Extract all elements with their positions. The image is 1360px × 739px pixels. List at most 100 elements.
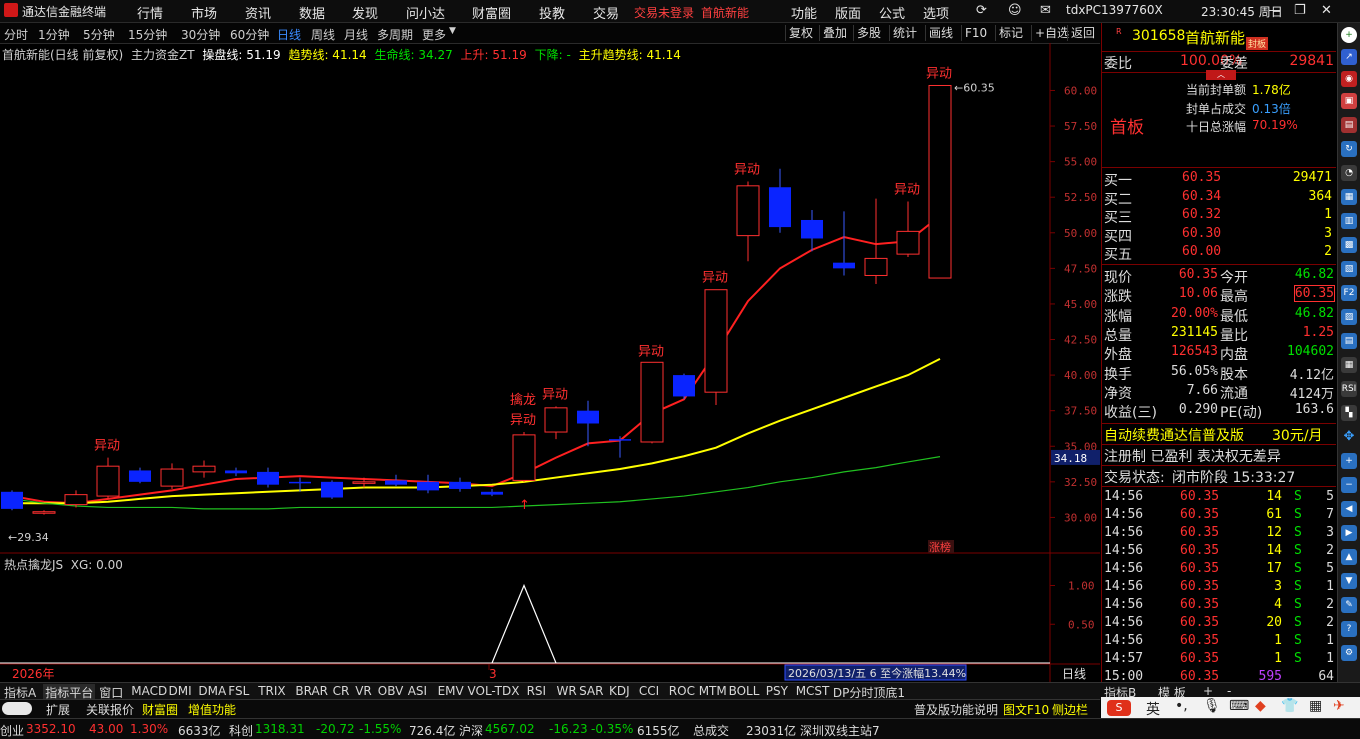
indicator-tab-16[interactable]: WR [557, 684, 577, 698]
indicator-tab-21[interactable]: MTM [699, 684, 727, 698]
tool-icon-14[interactable]: ▤ [1341, 333, 1357, 349]
field-value-1: 0.290 [1178, 402, 1218, 418]
server-name[interactable]: 深圳双线主站7 [800, 722, 880, 739]
reg-row: 注册制 已盈利 表决权无差异 [1102, 444, 1336, 465]
microphone-icon[interactable]: 🎙 [1203, 698, 1221, 714]
idx2-chg: -20.72 [316, 722, 355, 736]
close-icon[interactable]: ✕ [1321, 3, 1332, 18]
indicator-tab-5[interactable]: DMA [198, 684, 226, 698]
arrow-left-icon[interactable]: ◀ [1341, 501, 1357, 517]
indicator-tab-22[interactable]: BOLL [729, 684, 760, 698]
ime-lang[interactable]: 英 [1146, 699, 1160, 719]
ext-tab-caifuquan[interactable]: 财富圈 [142, 701, 178, 718]
tool-icon-10[interactable]: ▩ [1341, 237, 1357, 253]
help-icon[interactable]: ? [1341, 621, 1357, 637]
indicator-tab-6[interactable]: FSL [228, 684, 249, 698]
tool-icon-4[interactable]: ▣ [1341, 93, 1357, 109]
ime-extra-icon[interactable]: ✈ [1333, 698, 1345, 714]
tool-icon-8[interactable]: ▦ [1341, 189, 1357, 205]
indicator-tab-12[interactable]: ASI [408, 684, 427, 698]
kline-chart[interactable]: 异动异动擒龙 异动异动异动异动异动异动↑←60.35←29.34涨榜 0.501.… [0, 0, 1100, 682]
candle-tag: 异动 [894, 182, 920, 197]
idx2-label[interactable]: 科创 [229, 722, 253, 739]
stat-row-2: 封单占成交 0.13倍 [1102, 100, 1336, 118]
ext-tab-guanlian[interactable]: 关联报价 [86, 701, 134, 718]
indicator-tab-11[interactable]: OBV [378, 684, 404, 698]
indicator-tab-18[interactable]: KDJ [609, 684, 630, 698]
bid-row[interactable]: 买一 60.35 29471 [1102, 170, 1336, 189]
ad-text[interactable]: 自动续费通达信普及版 [1104, 425, 1244, 445]
apps-icon[interactable]: ▦ [1309, 698, 1322, 714]
ext-tab-kuozhan[interactable]: 扩展 [46, 701, 70, 718]
settings-icon[interactable]: ⚙ [1341, 645, 1357, 661]
tick-price: 60.35 [1180, 543, 1220, 558]
quote-field-row: 收益(三) 0.290 PE(动) 163.6 [1102, 402, 1336, 421]
minimize-icon[interactable]: — [1268, 3, 1281, 18]
indicator-tab-19[interactable]: CCI [639, 684, 659, 698]
indicator-tab-8[interactable]: BRAR [295, 684, 328, 698]
tool-icon-7[interactable]: ◔ [1341, 165, 1357, 181]
indicator-tab-24[interactable]: MCST [796, 684, 830, 698]
tool-icon-3[interactable]: ◉ [1341, 71, 1357, 87]
tool-icon-16[interactable]: RSI [1341, 381, 1357, 397]
ext-tab-zengzhi[interactable]: 增值功能 [188, 701, 236, 718]
template-tab-2[interactable]: + [1203, 684, 1213, 698]
bid-row[interactable]: 买三 60.32 1 [1102, 207, 1336, 226]
shirt-icon[interactable]: 👕 [1281, 698, 1298, 714]
template-tab-3[interactable]: - [1227, 684, 1231, 698]
bid-row[interactable]: 买四 60.30 3 [1102, 226, 1336, 245]
indicator-tab-3[interactable]: MACD [131, 684, 167, 698]
candle-tag-2: 擒龙 [510, 392, 536, 408]
sogou-logo-icon[interactable]: S [1107, 700, 1131, 716]
indicator-tab-7[interactable]: TRIX [258, 684, 285, 698]
indicator-tab-14[interactable]: VOL-TDX [468, 684, 520, 698]
indicator-tab-17[interactable]: SAR [579, 684, 603, 698]
series-line-trend [12, 357, 941, 505]
tick-row: 14:56 60.35 3 S 1 [1102, 579, 1336, 597]
add-circle-icon[interactable]: + [1341, 27, 1357, 43]
restore-icon[interactable]: ❐ [1294, 3, 1306, 18]
indicator-tab-15[interactable]: RSI [527, 684, 547, 698]
tool-icon-6[interactable]: ↻ [1341, 141, 1357, 157]
keyboard-icon[interactable]: ⌨ [1229, 698, 1249, 714]
toggle-icon[interactable] [2, 702, 32, 715]
indicator-tab-23[interactable]: PSY [766, 684, 788, 698]
ext-right-sidebar[interactable]: 侧边栏 [1052, 701, 1088, 718]
indicator-tab-4[interactable]: DMI [169, 684, 192, 698]
chat-icon[interactable]: ✎ [1341, 597, 1357, 613]
arrow-down-icon[interactable]: ▼ [1341, 573, 1357, 589]
arrow-up-icon[interactable]: ▲ [1341, 549, 1357, 565]
collapse-icon[interactable]: ︿ [1206, 70, 1236, 80]
ime-dot-icon[interactable]: •, [1175, 698, 1188, 714]
indicator-name[interactable]: 主力资金ZT [131, 48, 195, 62]
tool-icon-15[interactable]: ▦ [1341, 357, 1357, 373]
arrow-right-icon[interactable]: ▶ [1341, 525, 1357, 541]
candle-tag: 异动 [926, 66, 952, 81]
tool-icon-17[interactable]: ▚ [1341, 405, 1357, 421]
ad-row[interactable]: 自动续费通达信普及版 30元/月 [1102, 423, 1336, 444]
field-value-2: 4124万 [1289, 386, 1334, 402]
skin-icon[interactable]: ◆ [1255, 698, 1266, 714]
idx1-label[interactable]: 创业 [0, 722, 24, 739]
bid-row[interactable]: 买五 60.00 2 [1102, 244, 1336, 263]
indicator-tab-9[interactable]: CR [333, 684, 350, 698]
ad-price[interactable]: 30元/月 [1272, 425, 1323, 445]
tool-icon-5[interactable]: ▤ [1341, 117, 1357, 133]
move-icon[interactable]: ✥ [1341, 429, 1357, 445]
field-value-2: 163.6 [1294, 402, 1334, 418]
zoom-out-icon[interactable]: − [1341, 477, 1357, 493]
zoom-in-icon[interactable]: + [1341, 453, 1357, 469]
bid-row[interactable]: 买二 60.34 364 [1102, 189, 1336, 208]
tool-icon-13[interactable]: ▨ [1341, 309, 1357, 325]
tool-icon-12[interactable]: F2 [1341, 285, 1357, 301]
idx3-label[interactable]: 沪深 [459, 722, 483, 739]
tool-icon-2[interactable]: ↗ [1341, 49, 1357, 65]
ext-right-help[interactable]: 普及版功能说明 [914, 701, 998, 718]
indicator-tab-20[interactable]: ROC [669, 684, 695, 698]
indicator-tab-13[interactable]: EMV [438, 684, 464, 698]
indicator-tab-10[interactable]: VR [355, 684, 372, 698]
stock-code: 301658 [1132, 28, 1186, 44]
tool-icon-9[interactable]: ▥ [1341, 213, 1357, 229]
ext-right-f10[interactable]: 图文F10 [1003, 701, 1049, 718]
tool-icon-11[interactable]: ▧ [1341, 261, 1357, 277]
